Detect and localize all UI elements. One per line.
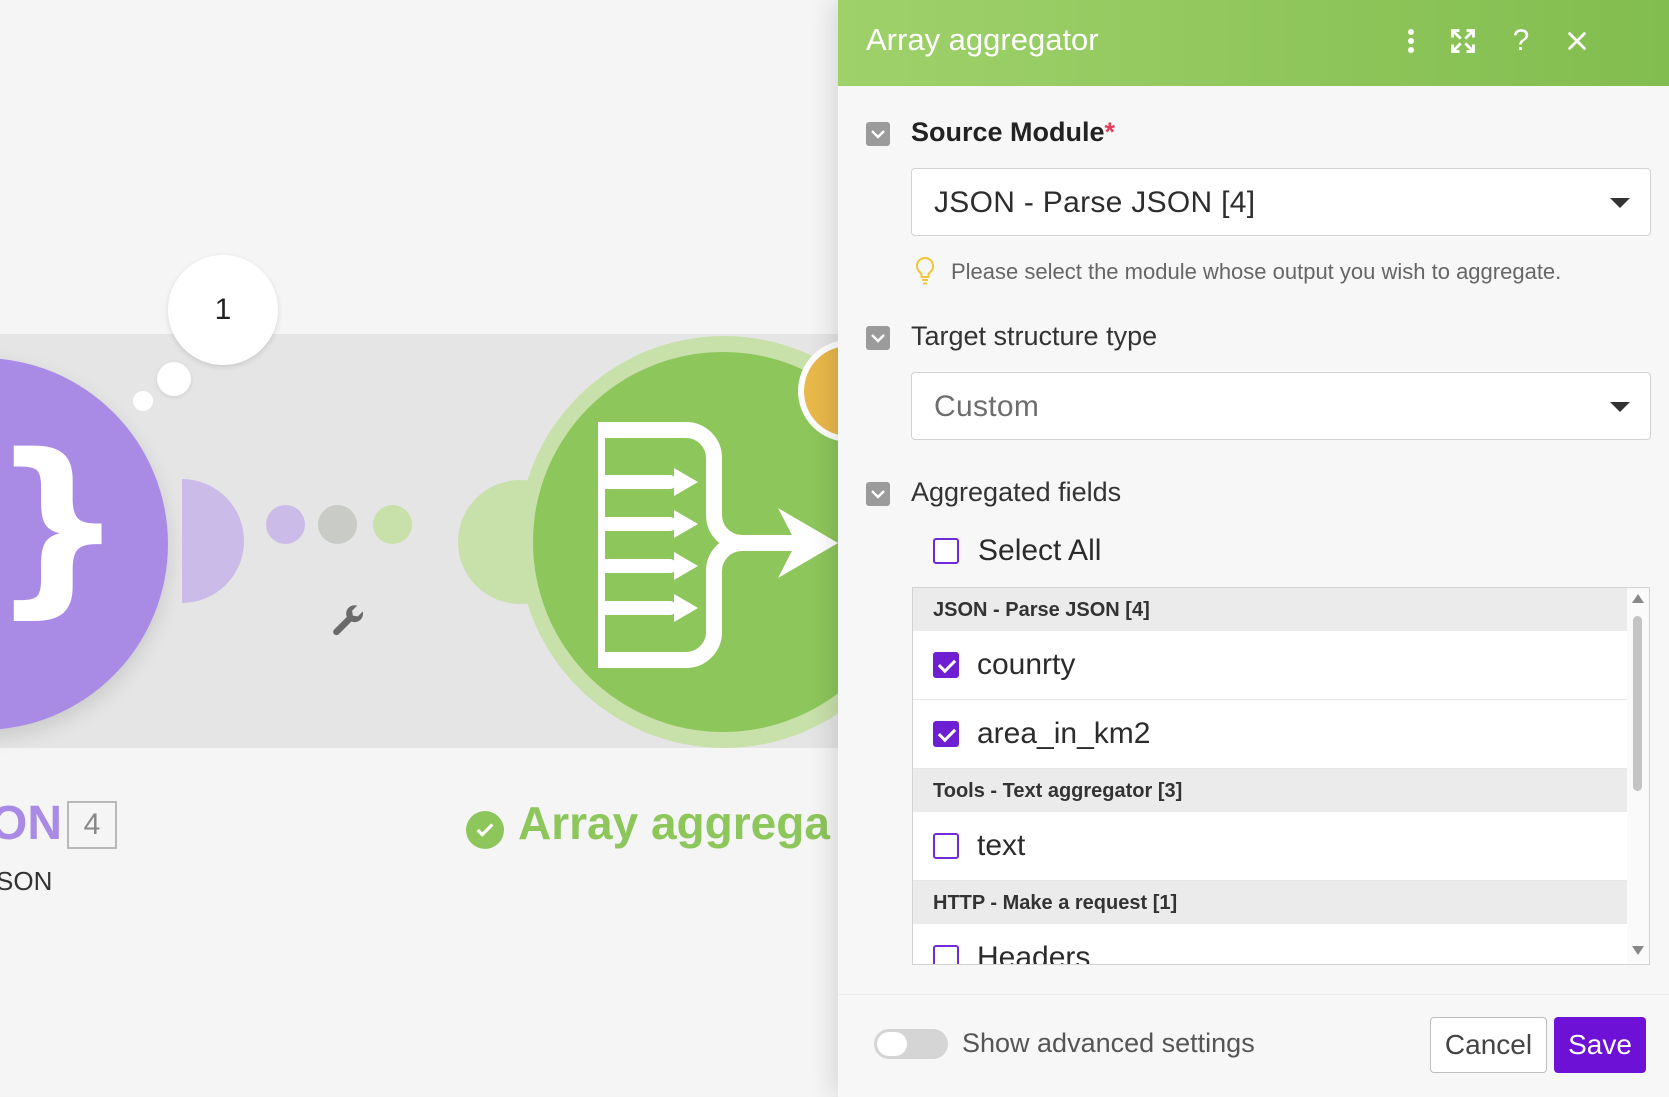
field-item-text[interactable]: text [913, 812, 1627, 881]
more-vertical-icon[interactable] [1392, 22, 1430, 60]
panel-title: Array aggregator [866, 22, 1099, 57]
field-item-counrty[interactable]: counrty [913, 631, 1627, 700]
json-braces-icon: } [0, 414, 126, 635]
field-item-area-in-km2[interactable]: area_in_km2 [913, 700, 1627, 769]
expand-icon[interactable] [1444, 22, 1482, 60]
operation-count-bubble[interactable]: 1 [168, 255, 278, 365]
aggregator-module-name: Array aggrega [518, 797, 830, 849]
advanced-settings-toggle[interactable] [874, 1029, 948, 1059]
bubble-tail-small [133, 391, 153, 411]
source-module-select[interactable]: JSON - Parse JSON [4] [911, 168, 1651, 236]
required-mark: * [1104, 117, 1116, 147]
field-label: text [977, 829, 1026, 862]
route-dot-1 [266, 505, 305, 544]
json-module-badge: 4 [67, 801, 117, 849]
aggregated-fields-list[interactable]: JSON - Parse JSON [4] counrty area_in_km… [912, 587, 1650, 965]
group-header: Tools - Text aggregator [3] [913, 769, 1627, 812]
field-label: area_in_km2 [977, 717, 1151, 750]
select-all-checkbox[interactable] [933, 538, 959, 564]
field-checkbox[interactable] [933, 945, 959, 964]
field-label: counrty [977, 648, 1076, 681]
toggle-knob [877, 1032, 907, 1056]
bubble-tail [157, 362, 191, 396]
json-module-name: ON [0, 797, 62, 850]
aggregated-fields-collapse-toggle[interactable] [866, 482, 890, 506]
module-settings-panel: Array aggregator ? Source Module* JSON -… [838, 0, 1669, 1097]
target-structure-value: Custom [934, 390, 1040, 423]
panel-footer: Show advanced settings Cancel Save [838, 994, 1669, 1097]
field-checkbox[interactable] [933, 833, 959, 859]
wrench-icon[interactable] [328, 603, 368, 643]
field-label: Headers [977, 941, 1091, 965]
panel-header: Array aggregator ? [838, 0, 1669, 86]
field-checkbox[interactable] [933, 721, 959, 747]
source-module-value: JSON - Parse JSON [4] [934, 186, 1256, 219]
cancel-button[interactable]: Cancel [1430, 1017, 1547, 1073]
target-structure-collapse-toggle[interactable] [866, 326, 890, 350]
help-icon[interactable]: ? [1502, 22, 1540, 60]
group-header: HTTP - Make a request [1] [913, 881, 1627, 924]
route-dot-3 [373, 505, 412, 544]
source-module-hint: Please select the module whose output yo… [951, 259, 1562, 284]
select-all-label[interactable]: Select All [978, 534, 1101, 568]
array-aggregator-icon [598, 422, 838, 668]
scroll-thumb[interactable] [1633, 616, 1642, 791]
route-dot-2 [318, 505, 357, 544]
scroll-up-arrow-icon[interactable] [1632, 594, 1644, 603]
check-circle-icon [466, 811, 504, 849]
source-module-collapse-toggle[interactable] [866, 122, 890, 146]
caret-down-icon [1610, 402, 1630, 412]
advanced-settings-label[interactable]: Show advanced settings [962, 1028, 1255, 1059]
close-icon[interactable] [1558, 22, 1596, 60]
target-structure-label: Target structure type [911, 321, 1158, 351]
list-scrollbar[interactable] [1627, 588, 1649, 963]
field-checkbox[interactable] [933, 652, 959, 678]
scroll-down-arrow-icon[interactable] [1632, 946, 1644, 955]
group-header: JSON - Parse JSON [4] [913, 588, 1627, 631]
save-button[interactable]: Save [1554, 1017, 1646, 1073]
caret-down-icon [1610, 198, 1630, 208]
field-item-headers[interactable]: Headers [913, 924, 1627, 965]
aggregated-fields-label: Aggregated fields [911, 477, 1122, 507]
lightbulb-icon [915, 256, 935, 285]
target-structure-select[interactable]: Custom [911, 372, 1651, 440]
json-module-subtitle: SON [0, 866, 53, 896]
source-module-label: Source Module* [911, 117, 1116, 147]
